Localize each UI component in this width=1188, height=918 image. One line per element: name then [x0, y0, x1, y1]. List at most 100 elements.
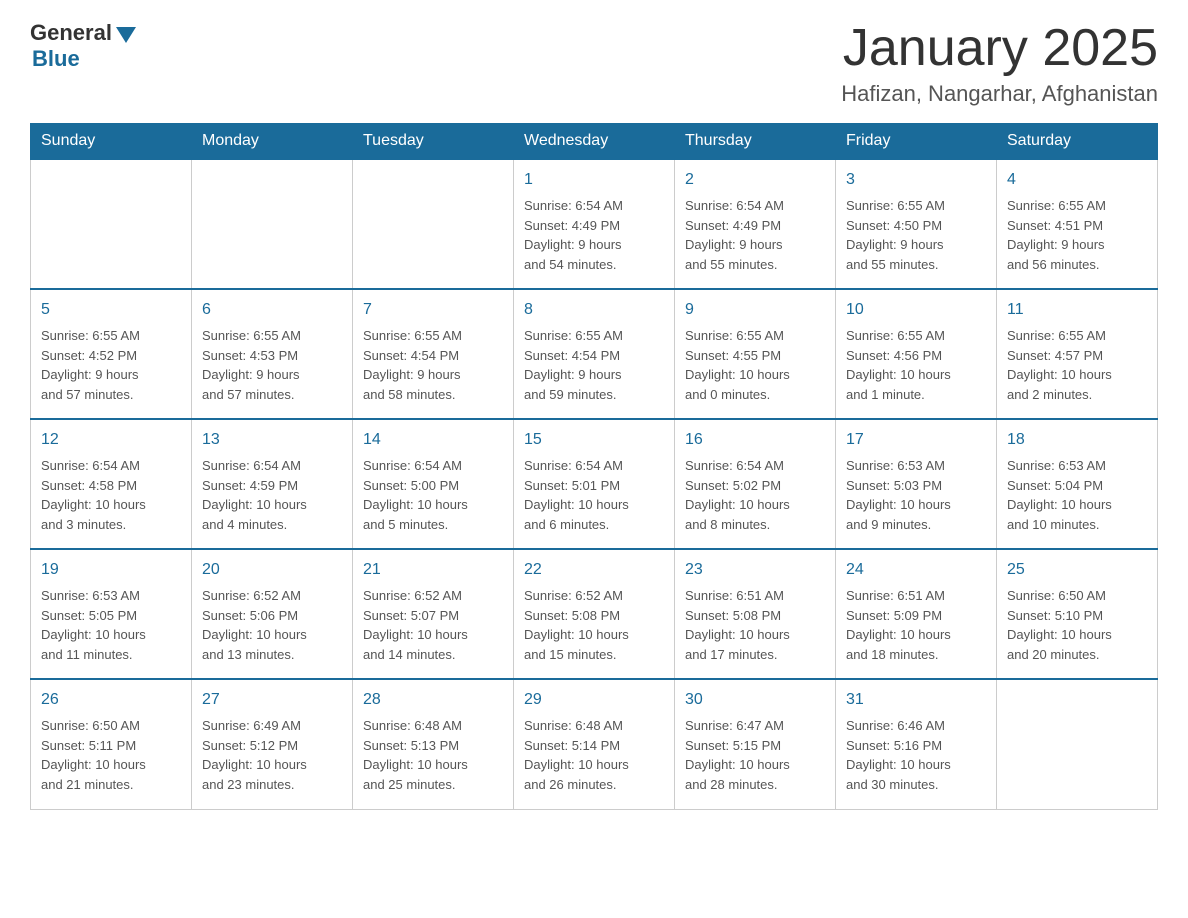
- day-number: 15: [524, 428, 664, 452]
- calendar-header: SundayMondayTuesdayWednesdayThursdayFrid…: [31, 124, 1158, 160]
- day-info: Sunrise: 6:54 AM Sunset: 5:01 PM Dayligh…: [524, 456, 664, 534]
- day-number: 29: [524, 688, 664, 712]
- calendar-cell: 30Sunrise: 6:47 AM Sunset: 5:15 PM Dayli…: [675, 679, 836, 809]
- day-info: Sunrise: 6:46 AM Sunset: 5:16 PM Dayligh…: [846, 716, 986, 794]
- calendar-cell: 13Sunrise: 6:54 AM Sunset: 4:59 PM Dayli…: [192, 419, 353, 549]
- day-number: 28: [363, 688, 503, 712]
- calendar-cell: 10Sunrise: 6:55 AM Sunset: 4:56 PM Dayli…: [836, 289, 997, 419]
- calendar-cell: 1 Sunrise: 6:54 AM Sunset: 4:49 PM Daylig…: [514, 159, 675, 289]
- day-number: 17: [846, 428, 986, 452]
- title-section: January 2025 Hafizan, Nangarhar, Afghani…: [841, 20, 1158, 107]
- weekday-header-saturday: Saturday: [997, 124, 1158, 160]
- day-number: 13: [202, 428, 342, 452]
- day-info: Sunrise: 6:49 AM Sunset: 5:12 PM Dayligh…: [202, 716, 342, 794]
- calendar-cell: 23 Sunrise: 6:51 AM Sunset: 5:08 PM Dayli…: [675, 549, 836, 679]
- logo-blue-text: Blue: [32, 46, 80, 72]
- day-number: 26: [41, 688, 181, 712]
- calendar-week-row: 19 Sunrise: 6:53 AM Sunset: 5:05 PM Dayli…: [31, 549, 1158, 679]
- day-info: Sunrise: 6:55 AM Sunset: 4:56 PM Dayligh…: [846, 326, 986, 404]
- day-info: Sunrise: 6:55 AM Sunset: 4:54 PM Dayligh…: [524, 326, 664, 404]
- calendar-cell: 27Sunrise: 6:49 AM Sunset: 5:12 PM Dayli…: [192, 679, 353, 809]
- logo-triangle-icon: [116, 27, 136, 43]
- calendar-cell: [31, 159, 192, 289]
- calendar-cell: 16 Sunrise: 6:54 AM Sunset: 5:02 PM Dayli…: [675, 419, 836, 549]
- day-info: Sunrise: 6:54 AM Sunset: 4:49 PM Dayligh…: [685, 196, 825, 274]
- day-number: 18: [1007, 428, 1147, 452]
- day-info: Sunrise: 6:50 AM Sunset: 5:11 PM Dayligh…: [41, 716, 181, 794]
- calendar-cell: [353, 159, 514, 289]
- calendar-cell: 25 Sunrise: 6:50 AM Sunset: 5:10 PM Dayli…: [997, 549, 1158, 679]
- calendar-cell: 26 Sunrise: 6:50 AM Sunset: 5:11 PM Dayli…: [31, 679, 192, 809]
- day-number: 14: [363, 428, 503, 452]
- day-number: 20: [202, 558, 342, 582]
- calendar-cell: 22 Sunrise: 6:52 AM Sunset: 5:08 PM Dayli…: [514, 549, 675, 679]
- day-info: Sunrise: 6:55 AM Sunset: 4:55 PM Dayligh…: [685, 326, 825, 404]
- day-number: 12: [41, 428, 181, 452]
- day-info: Sunrise: 6:50 AM Sunset: 5:10 PM Dayligh…: [1007, 586, 1147, 664]
- day-info: Sunrise: 6:51 AM Sunset: 5:09 PM Dayligh…: [846, 586, 986, 664]
- day-number: 5: [41, 298, 181, 322]
- calendar-week-row: 26 Sunrise: 6:50 AM Sunset: 5:11 PM Dayli…: [31, 679, 1158, 809]
- calendar-cell: 6Sunrise: 6:55 AM Sunset: 4:53 PM Daylig…: [192, 289, 353, 419]
- day-info: Sunrise: 6:53 AM Sunset: 5:05 PM Dayligh…: [41, 586, 181, 664]
- calendar-cell: 7 Sunrise: 6:55 AM Sunset: 4:54 PM Daylig…: [353, 289, 514, 419]
- calendar-cell: 8 Sunrise: 6:55 AM Sunset: 4:54 PM Daylig…: [514, 289, 675, 419]
- day-info: Sunrise: 6:54 AM Sunset: 4:49 PM Dayligh…: [524, 196, 664, 274]
- calendar-cell: 19 Sunrise: 6:53 AM Sunset: 5:05 PM Dayli…: [31, 549, 192, 679]
- day-info: Sunrise: 6:53 AM Sunset: 5:03 PM Dayligh…: [846, 456, 986, 534]
- calendar-cell: 18 Sunrise: 6:53 AM Sunset: 5:04 PM Dayli…: [997, 419, 1158, 549]
- calendar-cell: 24 Sunrise: 6:51 AM Sunset: 5:09 PM Dayli…: [836, 549, 997, 679]
- day-number: 16: [685, 428, 825, 452]
- location-subtitle: Hafizan, Nangarhar, Afghanistan: [841, 81, 1158, 107]
- day-info: Sunrise: 6:54 AM Sunset: 5:02 PM Dayligh…: [685, 456, 825, 534]
- day-number: 25: [1007, 558, 1147, 582]
- day-info: Sunrise: 6:54 AM Sunset: 5:00 PM Dayligh…: [363, 456, 503, 534]
- day-number: 8: [524, 298, 664, 322]
- calendar-cell: 11Sunrise: 6:55 AM Sunset: 4:57 PM Dayli…: [997, 289, 1158, 419]
- day-info: Sunrise: 6:53 AM Sunset: 5:04 PM Dayligh…: [1007, 456, 1147, 534]
- calendar-cell: 29Sunrise: 6:48 AM Sunset: 5:14 PM Dayli…: [514, 679, 675, 809]
- calendar-week-row: 5 Sunrise: 6:55 AM Sunset: 4:52 PM Daylig…: [31, 289, 1158, 419]
- calendar-cell: 21Sunrise: 6:52 AM Sunset: 5:07 PM Dayli…: [353, 549, 514, 679]
- day-number: 7: [363, 298, 503, 322]
- day-info: Sunrise: 6:55 AM Sunset: 4:57 PM Dayligh…: [1007, 326, 1147, 404]
- calendar-cell: 3 Sunrise: 6:55 AM Sunset: 4:50 PM Daylig…: [836, 159, 997, 289]
- day-info: Sunrise: 6:55 AM Sunset: 4:52 PM Dayligh…: [41, 326, 181, 404]
- page-header: General Blue January 2025 Hafizan, Nanga…: [30, 20, 1158, 107]
- calendar-body: 1 Sunrise: 6:54 AM Sunset: 4:49 PM Daylig…: [31, 159, 1158, 809]
- day-number: 23: [685, 558, 825, 582]
- day-info: Sunrise: 6:52 AM Sunset: 5:08 PM Dayligh…: [524, 586, 664, 664]
- day-info: Sunrise: 6:55 AM Sunset: 4:53 PM Dayligh…: [202, 326, 342, 404]
- day-info: Sunrise: 6:52 AM Sunset: 5:06 PM Dayligh…: [202, 586, 342, 664]
- calendar-cell: 12 Sunrise: 6:54 AM Sunset: 4:58 PM Dayli…: [31, 419, 192, 549]
- day-number: 3: [846, 168, 986, 192]
- calendar-cell: 4Sunrise: 6:55 AM Sunset: 4:51 PM Daylig…: [997, 159, 1158, 289]
- calendar-cell: 31Sunrise: 6:46 AM Sunset: 5:16 PM Dayli…: [836, 679, 997, 809]
- weekday-header-wednesday: Wednesday: [514, 124, 675, 160]
- day-number: 2: [685, 168, 825, 192]
- calendar-cell: 15 Sunrise: 6:54 AM Sunset: 5:01 PM Dayli…: [514, 419, 675, 549]
- day-info: Sunrise: 6:48 AM Sunset: 5:13 PM Dayligh…: [363, 716, 503, 794]
- day-number: 24: [846, 558, 986, 582]
- weekday-header-monday: Monday: [192, 124, 353, 160]
- calendar-cell: 9Sunrise: 6:55 AM Sunset: 4:55 PM Daylig…: [675, 289, 836, 419]
- weekday-header-row: SundayMondayTuesdayWednesdayThursdayFrid…: [31, 124, 1158, 160]
- weekday-header-sunday: Sunday: [31, 124, 192, 160]
- day-info: Sunrise: 6:55 AM Sunset: 4:50 PM Dayligh…: [846, 196, 986, 274]
- day-number: 4: [1007, 168, 1147, 192]
- day-info: Sunrise: 6:54 AM Sunset: 4:58 PM Dayligh…: [41, 456, 181, 534]
- calendar-week-row: 12 Sunrise: 6:54 AM Sunset: 4:58 PM Dayli…: [31, 419, 1158, 549]
- calendar-cell: 2 Sunrise: 6:54 AM Sunset: 4:49 PM Daylig…: [675, 159, 836, 289]
- calendar-table: SundayMondayTuesdayWednesdayThursdayFrid…: [30, 123, 1158, 810]
- day-number: 22: [524, 558, 664, 582]
- day-info: Sunrise: 6:47 AM Sunset: 5:15 PM Dayligh…: [685, 716, 825, 794]
- logo: General Blue: [30, 20, 136, 72]
- logo-general-text: General: [30, 20, 112, 46]
- day-info: Sunrise: 6:51 AM Sunset: 5:08 PM Dayligh…: [685, 586, 825, 664]
- day-number: 1: [524, 168, 664, 192]
- day-number: 21: [363, 558, 503, 582]
- day-info: Sunrise: 6:55 AM Sunset: 4:54 PM Dayligh…: [363, 326, 503, 404]
- calendar-cell: 17 Sunrise: 6:53 AM Sunset: 5:03 PM Dayli…: [836, 419, 997, 549]
- day-number: 19: [41, 558, 181, 582]
- weekday-header-thursday: Thursday: [675, 124, 836, 160]
